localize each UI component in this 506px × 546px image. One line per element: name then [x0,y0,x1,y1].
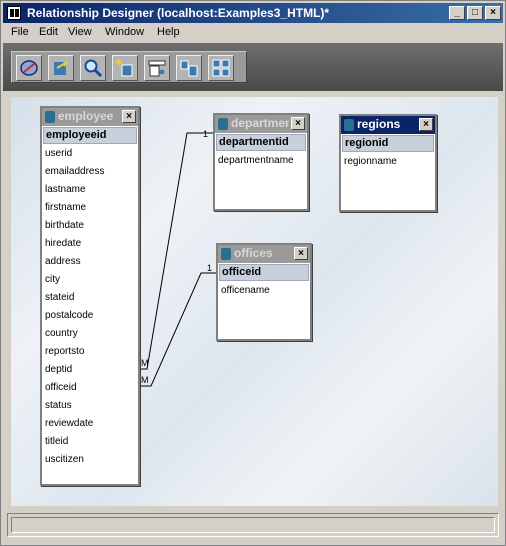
menu-bar: File Edit View Window Help [3,24,503,42]
dept-many-label: M [141,358,149,368]
export-icon[interactable] [48,55,74,81]
table-icon [221,248,231,260]
office-one-label: 1 [207,263,212,273]
close-icon[interactable]: × [294,247,308,260]
status-panel [11,517,495,533]
close-icon[interactable]: × [122,110,136,123]
field[interactable]: regionname [344,156,397,167]
app-icon [7,6,21,20]
table-regions[interactable]: regions × regionid regionname [339,114,437,212]
field[interactable]: reportsto [45,346,84,357]
table-regions-header[interactable]: regions × [341,116,435,134]
table-offices-key[interactable]: officeid [219,264,309,281]
close-button[interactable]: × [485,6,501,20]
zoom-icon[interactable] [80,55,106,81]
menu-window[interactable]: Window [105,26,144,38]
menu-help[interactable]: Help [157,26,180,38]
field[interactable]: departmentname [218,155,294,166]
close-icon[interactable]: × [419,118,433,131]
design-canvas[interactable]: 1 M 1 M employee × employeeid userid emai… [11,97,498,506]
arrange-icon[interactable] [176,55,202,81]
toolbar-area [3,43,503,91]
layout-icon[interactable] [208,55,234,81]
toolbar [11,51,247,83]
table-offices-title: offices [234,246,273,260]
title-bar[interactable]: Relationship Designer (localhost:Example… [3,3,503,23]
field[interactable]: birthdate [45,220,84,231]
field[interactable]: hiredate [45,238,81,249]
field[interactable]: titleid [45,436,68,447]
table-department[interactable]: department × departmentid departmentname [213,113,309,211]
field[interactable]: deptid [45,364,72,375]
table-offices-header[interactable]: offices × [218,245,310,263]
field[interactable]: firstname [45,202,86,213]
app-window: Relationship Designer (localhost:Example… [0,0,506,546]
field[interactable]: emailaddress [45,166,104,177]
field[interactable]: userid [45,148,72,159]
field[interactable]: reviewdate [45,418,93,429]
minimize-button[interactable]: _ [449,6,465,20]
compass-icon[interactable] [16,55,42,81]
field[interactable]: city [45,274,60,285]
status-bar [7,513,499,537]
office-relation-line [138,272,217,387]
field[interactable]: officeid [45,382,77,393]
close-icon[interactable]: × [291,117,305,130]
table-department-header[interactable]: department × [215,115,307,133]
table-regions-title: regions [357,117,401,131]
field[interactable]: uscitizen [45,454,84,465]
dept-one-label: 1 [203,129,208,139]
table-employee-key[interactable]: employeeid [43,127,137,144]
table-employee-header[interactable]: employee × [42,108,138,126]
field[interactable]: postalcode [45,310,93,321]
field[interactable]: stateid [45,292,74,303]
field[interactable]: address [45,256,81,267]
dept-relation-line [138,132,213,370]
table-employee[interactable]: employee × employeeid userid emailaddress… [40,106,140,486]
menu-view[interactable]: View [68,26,92,38]
table-icon [45,111,55,123]
table-icon [218,118,228,130]
table-offices[interactable]: offices × officeid officename [216,243,312,341]
window-title: Relationship Designer (localhost:Example… [27,6,330,20]
print-icon[interactable] [144,55,170,81]
field[interactable]: lastname [45,184,86,195]
table-regions-key[interactable]: regionid [342,135,434,152]
menu-file[interactable]: File [11,26,29,38]
table-department-key[interactable]: departmentid [216,134,306,151]
add-table-icon[interactable] [112,55,138,81]
maximize-button[interactable]: □ [467,6,483,20]
table-employee-title: employee [58,109,114,123]
table-icon [344,119,354,131]
field[interactable]: country [45,328,78,339]
office-many-label: M [141,375,149,385]
table-department-title: department [231,116,289,130]
field[interactable]: status [45,400,72,411]
field[interactable]: officename [221,285,270,296]
menu-edit[interactable]: Edit [39,26,58,38]
